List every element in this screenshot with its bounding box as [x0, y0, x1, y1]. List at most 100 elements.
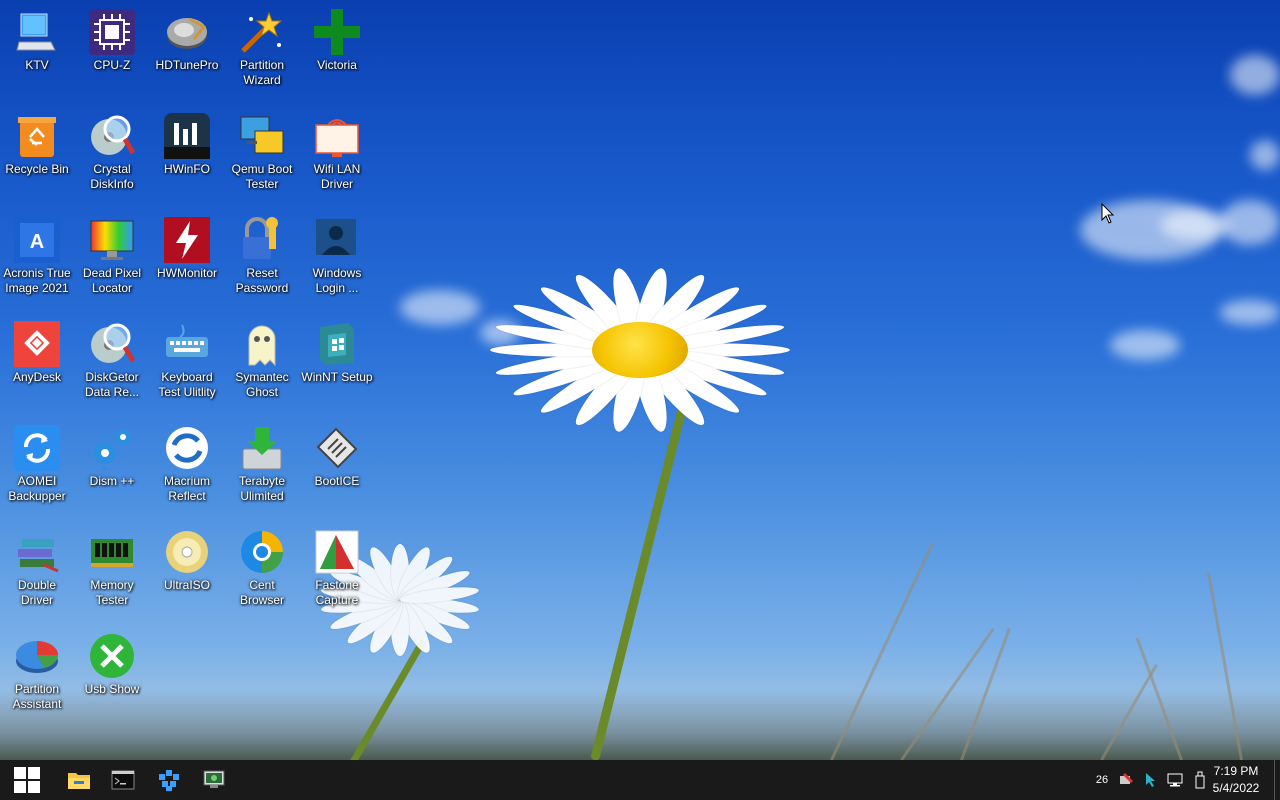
lightning-icon: [163, 216, 211, 264]
desktop-icon-partition-assistant[interactable]: Partition Assistant: [0, 624, 74, 724]
hard-drive-icon: [163, 8, 211, 56]
monitor-app-button[interactable]: [192, 760, 236, 800]
ghost-icon: [238, 320, 286, 368]
desktop-icon-victoria[interactable]: Victoria: [300, 0, 374, 100]
gears-icon: [88, 424, 136, 472]
desktop-icon-label: Crystal DiskInfo: [90, 162, 134, 191]
books-icon: [13, 528, 61, 576]
desktop-icon-ktv[interactable]: KTV: [0, 0, 74, 100]
desktop-icon-label: Qemu Boot Tester: [231, 162, 293, 191]
start-button[interactable]: [5, 760, 49, 800]
desktop-icon-hwinfo[interactable]: HWinFO: [150, 104, 224, 204]
desktop-icon-label: Terabyte Ulimited: [238, 474, 286, 503]
folder-icon: [68, 773, 90, 789]
desktop-icon-bootice[interactable]: BootICE: [300, 416, 374, 516]
ram-icon: [88, 528, 136, 576]
desktop-icon-winnt-setup[interactable]: WinNT Setup: [300, 312, 374, 412]
macrium-icon: [163, 424, 211, 472]
hwinfo-icon: [163, 112, 211, 160]
network-tool-icon: [1120, 772, 1134, 784]
desktop-icon-label: Double Driver: [17, 578, 57, 607]
acronis-icon: A: [13, 216, 61, 264]
cursor-tray-button[interactable]: [1141, 760, 1161, 800]
desktop-icon-label: WinNT Setup: [301, 370, 373, 384]
pie-disk-icon: [13, 632, 61, 680]
desktop-icon-label: Symantec Ghost: [235, 370, 289, 399]
desktop-icon-dead-pixel-locator[interactable]: Dead Pixel Locator: [75, 208, 149, 308]
windows-box-icon: [313, 320, 361, 368]
desktop-icon-reset-password[interactable]: Reset Password: [225, 208, 299, 308]
desktop-icon-diskgetor[interactable]: DiskGetor Data Re...: [75, 312, 149, 412]
wifi-monitor-icon: [313, 112, 361, 160]
monitor-app-icon: [203, 770, 225, 788]
download-drive-icon: [238, 424, 286, 472]
anydesk-icon: [13, 320, 61, 368]
desktop-icon-label: AnyDesk: [12, 370, 62, 384]
desktop-icon-symantec-ghost[interactable]: Symantec Ghost: [225, 312, 299, 412]
desktop-icon-dism[interactable]: Dism ++: [75, 416, 149, 516]
desktop-icon-label: Reset Password: [235, 266, 289, 295]
desktop-icon-cpu-z[interactable]: CPU-Z: [75, 0, 149, 100]
desktop-icon-label: Cent Browser: [239, 578, 284, 607]
file-explorer-button[interactable]: [57, 760, 101, 800]
desktop-icon-recycle-bin[interactable]: Recycle Bin: [0, 104, 74, 204]
desktop-icon-label: UltraISO: [163, 578, 210, 592]
desktop-icon-usb-show[interactable]: Usb Show: [75, 624, 149, 724]
computer-icon: [13, 8, 61, 56]
color-monitor-icon: [88, 216, 136, 264]
cursor-tray-icon: [1146, 773, 1155, 787]
desktop-icon-label: Victoria: [317, 58, 357, 72]
desktop-icon-label: Dead Pixel Locator: [82, 266, 142, 295]
sync-icon: [13, 424, 61, 472]
desktop-icon-label: Partition Assistant: [12, 682, 62, 711]
desktop-icon-label: HWMonitor: [156, 266, 217, 280]
desktop-icon-macrium-reflect[interactable]: Macrium Reflect: [150, 416, 224, 516]
mouse-cursor: [1101, 203, 1115, 224]
desktop-icon-hwmonitor[interactable]: HWMonitor: [150, 208, 224, 308]
desktop-icon-acronis[interactable]: A Acronis True Image 2021: [0, 208, 74, 308]
recycle-bin-icon: [13, 112, 61, 160]
clock-date: 5/4/2022: [1212, 781, 1260, 795]
desktop-icon-memory-tester[interactable]: Memory Tester: [75, 520, 149, 620]
network-tool-tray-icon[interactable]: [1116, 760, 1136, 800]
desktop-icon-label: AOMEI Backupper: [8, 474, 66, 503]
desktop[interactable]: KTV CPU-Z HDTunePro Partition Wizard Victori…: [0, 0, 1280, 760]
svg-text:A: A: [30, 231, 44, 253]
tray-badge-count[interactable]: 26: [1092, 760, 1112, 800]
desktop-icon-aomei-backupper[interactable]: AOMEI Backupper: [0, 416, 74, 516]
desktop-icon-anydesk[interactable]: AnyDesk: [0, 312, 74, 412]
clock[interactable]: 7:19 PM 5/4/2022: [1206, 763, 1266, 797]
desktop-icon-partition-wizard[interactable]: Partition Wizard: [225, 0, 299, 100]
desktop-icon-cent-browser[interactable]: Cent Browser: [225, 520, 299, 620]
desktop-icon-ultraiso[interactable]: UltraISO: [150, 520, 224, 620]
network-icon: [1167, 773, 1183, 787]
magic-wand-icon: [238, 8, 286, 56]
windows-logo-icon: [14, 767, 40, 793]
desktop-icon-label: Memory Tester: [90, 578, 134, 607]
desktop-icon-qemu-boot-tester[interactable]: Qemu Boot Tester: [225, 104, 299, 204]
disk-magnifier-icon: [88, 320, 136, 368]
desktop-icon-crystal-diskinfo[interactable]: Crystal DiskInfo: [75, 104, 149, 204]
user-monitor-icon: [313, 216, 361, 264]
desktop-icon-keyboard-test[interactable]: Keyboard Test Ulitlity: [150, 312, 224, 412]
floppy-icon: [313, 424, 361, 472]
desktop-icon-windows-login[interactable]: Windows Login ...: [300, 208, 374, 308]
desktop-icon-terabyte[interactable]: Terabyte Ulimited: [225, 416, 299, 516]
desktop-icon-wifi-lan-driver[interactable]: Wifi LAN Driver: [300, 104, 374, 204]
desktop-icon-label: Acronis True Image 2021: [3, 266, 71, 295]
fastone-icon: [313, 528, 361, 576]
network-tray-button[interactable]: [1165, 760, 1185, 800]
desktop-icon-double-driver[interactable]: Double Driver: [0, 520, 74, 620]
command-prompt-button[interactable]: [101, 760, 145, 800]
desktop-icon-label: Partition Wizard: [239, 58, 285, 87]
cubes-app-button[interactable]: [147, 760, 191, 800]
keyboard-icon: [163, 320, 211, 368]
desktop-icon-label: KTV: [25, 58, 49, 72]
desktop-icon-label: DiskGetor Data Re...: [84, 370, 140, 399]
desktop-icon-fastone-capture[interactable]: Fastone Capture: [300, 520, 374, 620]
terminal-icon: [111, 770, 135, 790]
clock-time: 7:19 PM: [1213, 764, 1259, 778]
tools-icon: [88, 632, 136, 680]
desktop-icon-hdtunepro[interactable]: HDTunePro: [150, 0, 224, 100]
show-desktop-button[interactable]: [1274, 760, 1280, 800]
